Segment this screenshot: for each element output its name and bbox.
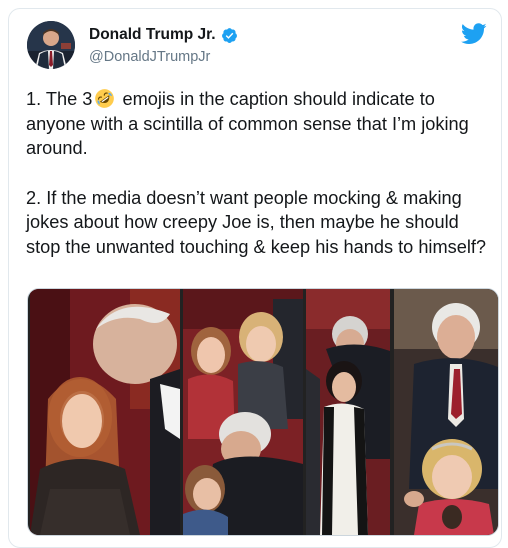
tweet-media-grid[interactable] [27,288,499,536]
photo-1-image [30,289,180,535]
photo-2-image [183,289,303,535]
tweet-paragraph-2: 2. If the media doesn’t want people mock… [26,187,487,257]
tweet-photo-4[interactable] [394,289,498,535]
tweet-card: Donald Trump Jr. @DonaldJTrumpJr 1. The … [8,8,502,548]
tweet-photo-2[interactable] [183,289,303,535]
paragraph-1-start: 1. The 3 [26,89,93,109]
author-avatar[interactable] [27,21,75,69]
author-name-row: Donald Trump Jr. [89,26,238,44]
tweet-text: 1. The 3 emojis in the caption should in… [26,87,496,259]
tweet-photo-3[interactable] [306,289,390,535]
author-display-name[interactable]: Donald Trump Jr. [89,26,216,44]
photo-3-image [306,289,390,535]
author-handle[interactable]: @DonaldJTrumpJr [89,49,210,65]
tweet-paragraph-1: 1. The 3 emojis in the caption should in… [26,87,496,161]
profile-photo-icon [27,21,75,69]
verified-badge-icon [221,27,237,43]
rolling-laughing-emoji-icon [95,89,115,108]
tweet-photo-1[interactable] [30,289,180,535]
photo-4-image [394,289,498,535]
paragraph-1-end: emojis in the caption should indicate to… [26,89,469,158]
twitter-bird-icon[interactable] [461,23,487,45]
